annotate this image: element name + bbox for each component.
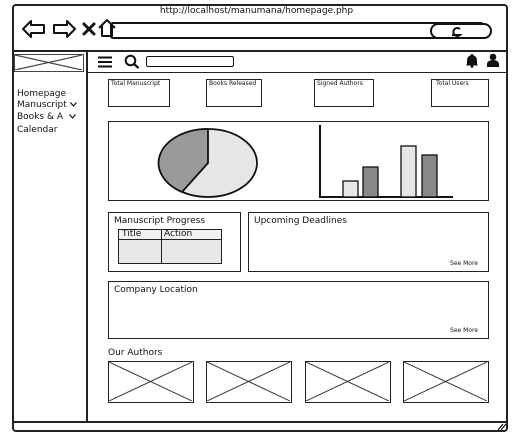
see-more-link[interactable]: See More: [450, 327, 478, 334]
pie-chart: [157, 128, 258, 198]
company-location-panel: Company Location See More: [108, 281, 489, 339]
search-icon[interactable]: [124, 54, 140, 69]
stat-card-total-users[interactable]: Total Users: [431, 79, 489, 107]
column-header-action: Action: [164, 229, 193, 239]
back-arrow-icon[interactable]: [22, 20, 46, 38]
sidebar-item-label: Books & A: [17, 112, 63, 122]
author-image-placeholder[interactable]: [403, 361, 489, 403]
logo-placeholder: [14, 54, 84, 72]
resize-grip-icon[interactable]: [496, 423, 506, 431]
author-image-placeholder[interactable]: [305, 361, 391, 403]
upcoming-deadlines-panel: Upcoming Deadlines See More: [248, 212, 489, 272]
column-header-title: Title: [122, 229, 142, 239]
author-image-placeholder[interactable]: [108, 361, 194, 403]
url-text: http://localhost/manumana/homepage.php: [159, 6, 354, 16]
panel-title: Manuscript Progress: [114, 216, 206, 226]
table-row[interactable]: [119, 240, 221, 263]
sidebar-item-calendar[interactable]: Calendar: [17, 125, 57, 136]
hamburger-menu-icon[interactable]: [97, 56, 113, 68]
manuscript-table: Title Action: [118, 229, 222, 264]
user-icon[interactable]: [486, 53, 500, 68]
sidebar-item-label: Calendar: [17, 125, 58, 135]
sidebar-item-label: Homepage: [17, 89, 67, 99]
chevron-down-icon: [69, 102, 77, 107]
address-bar[interactable]: [110, 22, 484, 39]
column-divider: [161, 230, 162, 263]
search-key-icon: [452, 27, 462, 37]
search-input[interactable]: [146, 56, 234, 67]
stat-card-signed-authors[interactable]: Signed Authors: [314, 79, 374, 107]
footer-divider: [12, 421, 508, 423]
panel-title: Upcoming Deadlines: [254, 216, 347, 226]
bar-chart: [319, 125, 453, 198]
bar: [362, 166, 379, 198]
bar: [342, 180, 359, 198]
close-icon[interactable]: [82, 22, 96, 36]
charts-panel: [108, 121, 489, 201]
panel-title: Company Location: [114, 285, 198, 295]
sidebar-item-label: Manuscript: [17, 100, 67, 110]
stat-label: Signed Authors: [317, 80, 363, 87]
see-more-link[interactable]: See More: [450, 260, 478, 267]
stat-card-books-released[interactable]: Books Released: [206, 79, 262, 107]
sidebar-item-homepage[interactable]: Homepage: [17, 89, 66, 100]
sidebar-item-manuscript[interactable]: Manuscript: [17, 100, 77, 111]
stat-label: Total Manuscript: [111, 80, 161, 87]
browser-search-field[interactable]: [430, 23, 492, 39]
author-image-placeholder[interactable]: [206, 361, 292, 403]
chevron-down-icon: [68, 114, 76, 119]
stat-label: Total Users: [436, 80, 469, 87]
bell-icon[interactable]: [465, 53, 479, 68]
bar: [400, 145, 417, 198]
topbar-divider: [88, 72, 508, 73]
sidebar-item-books-authors[interactable]: Books & A: [17, 112, 76, 123]
authors-section-title: Our Authors: [108, 348, 163, 358]
stat-label: Books Released: [209, 80, 257, 87]
bar: [421, 154, 438, 198]
stat-card-total-manuscript[interactable]: Total Manuscript: [108, 79, 170, 107]
forward-arrow-icon[interactable]: [52, 20, 76, 38]
